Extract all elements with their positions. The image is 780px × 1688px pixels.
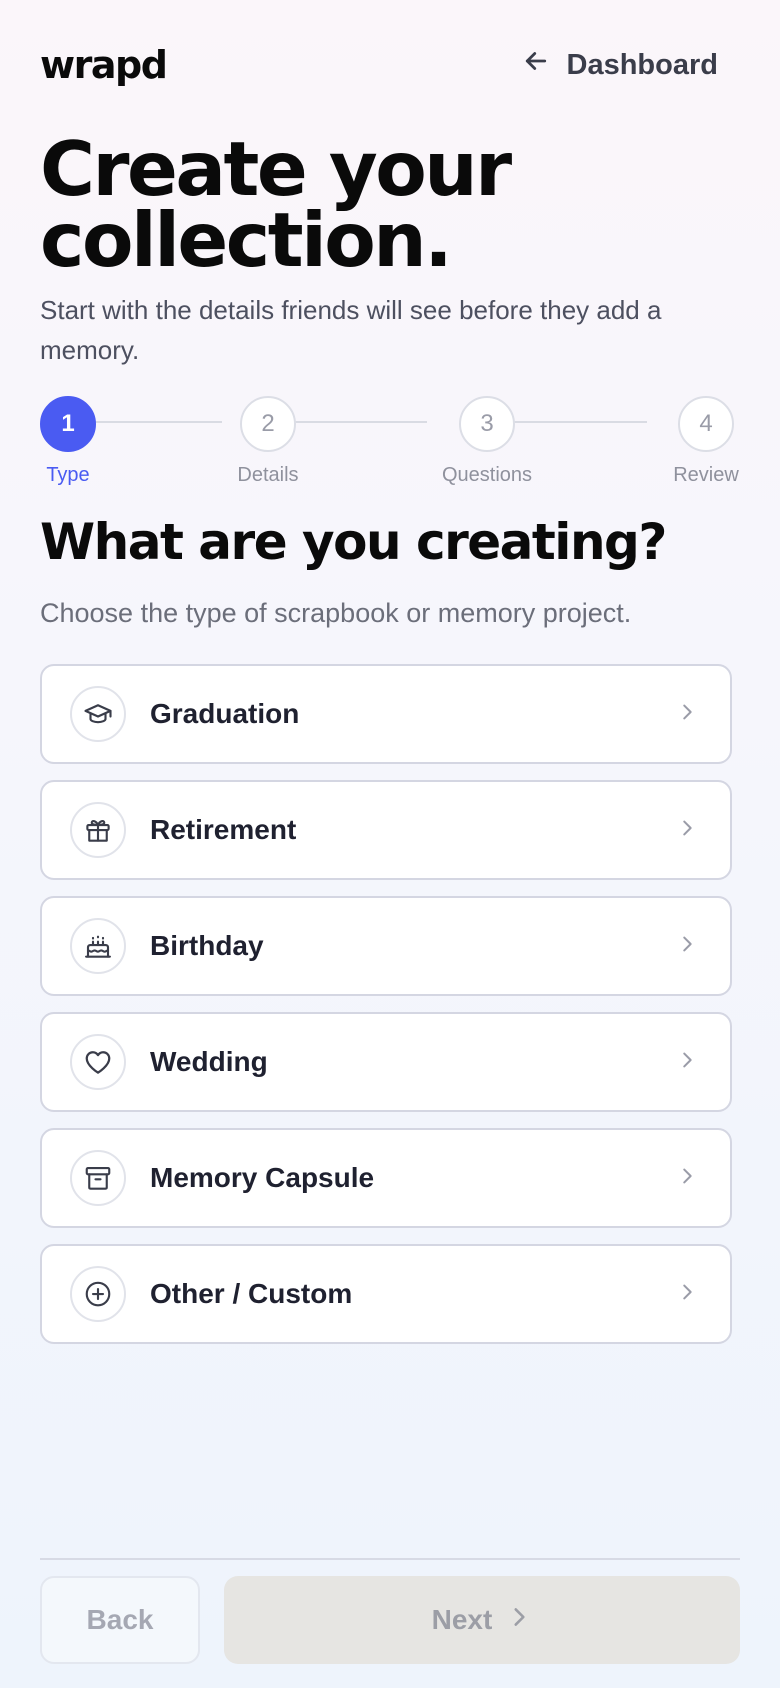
chevron-right-icon — [676, 817, 698, 844]
step-review: 4 Review — [646, 396, 766, 487]
option-label: Memory Capsule — [150, 1162, 375, 1193]
step-number: 1 — [40, 396, 96, 452]
section-subtitle: Choose the type of scrapbook or memory p… — [40, 598, 632, 628]
page-title: Create your collection. — [40, 125, 512, 284]
progress-stepper: 1 Type 2 Details 3 Questions 4 Review — [40, 396, 740, 486]
arrow-left-icon — [521, 46, 551, 84]
dashboard-link-label: Dashboard — [566, 48, 718, 81]
step-number: 3 — [459, 396, 515, 452]
project-type-list: Graduation Retirement Birthday Wedding M… — [40, 664, 732, 1360]
option-retirement[interactable]: Retirement — [40, 780, 732, 880]
step-type: 1 Type — [8, 396, 128, 487]
option-other-custom[interactable]: Other / Custom — [40, 1244, 732, 1344]
step-number: 2 — [240, 396, 296, 452]
page-subtitle: Start with the details friends will see … — [40, 295, 662, 365]
chevron-right-icon — [676, 1049, 698, 1076]
cake-icon — [70, 918, 126, 974]
next-button[interactable]: Next — [224, 1576, 740, 1664]
step-label: Review — [673, 464, 739, 486]
option-label: Retirement — [150, 814, 297, 845]
gift-icon — [70, 802, 126, 858]
step-label: Questions — [441, 464, 533, 486]
back-button[interactable]: Back — [40, 1576, 200, 1664]
next-button-label: Next — [431, 1604, 493, 1635]
step-label: Details — [237, 464, 299, 486]
plus-circle-icon — [70, 1266, 126, 1322]
heart-icon — [70, 1034, 126, 1090]
step-number: 4 — [678, 396, 734, 452]
section-title: What are you creating? — [40, 513, 667, 571]
chevron-right-icon — [676, 701, 698, 728]
dashboard-link[interactable]: Dashboard — [521, 46, 718, 84]
option-label: Other / Custom — [150, 1278, 353, 1309]
option-birthday[interactable]: Birthday — [40, 896, 732, 996]
top-bar: wrapd Dashboard — [40, 40, 718, 90]
option-label: Graduation — [150, 698, 300, 729]
logo: wrapd — [40, 43, 168, 87]
footer-divider — [40, 1558, 740, 1560]
option-graduation[interactable]: Graduation — [40, 664, 732, 764]
step-questions: 3 Questions — [427, 396, 547, 487]
step-label: Type — [46, 464, 90, 486]
archive-box-icon — [70, 1150, 126, 1206]
option-label: Birthday — [150, 930, 264, 961]
chevron-right-icon — [676, 1165, 698, 1192]
option-memory-capsule[interactable]: Memory Capsule — [40, 1128, 732, 1228]
option-label: Wedding — [150, 1046, 268, 1077]
chevron-right-icon — [506, 1604, 532, 1637]
graduation-cap-icon — [70, 686, 126, 742]
chevron-right-icon — [676, 933, 698, 960]
option-wedding[interactable]: Wedding — [40, 1012, 732, 1112]
step-details: 2 Details — [208, 396, 328, 487]
chevron-right-icon — [676, 1281, 698, 1308]
